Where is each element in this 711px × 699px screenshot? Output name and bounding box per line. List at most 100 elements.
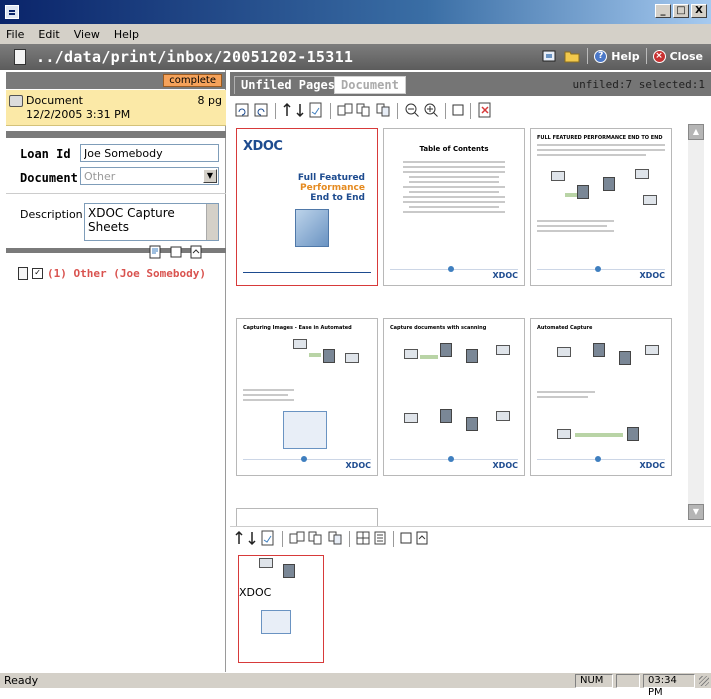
split-pages-icon[interactable] [289,530,305,549]
page-footer: XDOC [537,266,665,280]
cover-line-2: Performance [300,183,365,193]
text-line [402,186,506,188]
text-line [537,154,646,156]
footer-logo: XDOC [492,271,518,280]
merge-pages-icon[interactable] [356,102,372,121]
page-thumbnail-2[interactable]: Table of Contents XDOC [383,128,525,286]
document-tree-item[interactable]: ✓ (1) Other (Joe Somebody) [18,267,206,280]
export-icon[interactable] [415,531,429,548]
zoom-in-icon[interactable] [423,102,439,121]
description-field[interactable]: XDOC Capture Sheets [84,203,219,241]
computer-icon [496,411,510,421]
product-box-image [295,209,329,247]
page-grid-scrollbar[interactable]: ▲ ▼ [688,124,704,520]
copy-pages-icon[interactable] [327,530,343,549]
page-content: Capture documents with scanning XDOC [390,325,518,470]
close-window-button[interactable]: X [691,4,707,18]
checkbox-icon[interactable] [168,244,184,260]
minimize-button[interactable]: _ [655,4,671,18]
document-date: 12/2/2005 3:31 PM [26,108,131,121]
select-checkbox-icon[interactable] [400,532,412,547]
close-icon[interactable]: × [652,49,666,63]
page-thumbnail-5[interactable]: Capture documents with scanning XDOC [383,318,525,476]
scroll-up-icon[interactable]: ▲ [688,124,704,140]
help-icon[interactable]: ? [594,49,608,63]
menu-edit[interactable]: Edit [36,28,61,41]
arrow-icon [420,355,438,359]
description-label: Description [20,208,83,221]
text-line [537,230,614,232]
clock: 03:34 PM [643,674,695,698]
scan-icon[interactable] [541,48,559,64]
menu-bar: File Edit View Help [0,24,711,44]
rotate-left-icon[interactable] [234,102,250,121]
split-pages-icon[interactable] [337,102,353,121]
copy-pages-icon[interactable] [375,102,391,121]
computer-icon [643,195,657,205]
menu-help[interactable]: Help [112,28,141,41]
move-up-icon[interactable] [282,102,292,121]
loan-id-input[interactable] [80,144,219,162]
move-up-icon[interactable] [234,530,244,549]
resize-grip-icon[interactable] [699,676,709,686]
page-thumbnail-6[interactable]: Automated Capture XDOC [530,318,672,476]
tab-unfiled-pages[interactable]: Unfiled Pages [234,76,342,94]
text-line [537,396,589,398]
menu-file[interactable]: File [4,28,26,41]
computer-icon [404,349,418,359]
description-scrollbar[interactable] [206,204,218,240]
rotate-right-icon[interactable] [253,102,269,121]
zoom-out-icon[interactable] [404,102,420,121]
select-all-checkbox-icon[interactable] [452,104,464,119]
text-line [537,149,665,151]
export-icon[interactable] [188,244,204,260]
close-button[interactable]: Close [670,50,703,63]
page-footer: XDOC [537,456,665,470]
tab-document[interactable]: Document [334,76,406,94]
computer-icon [293,339,307,349]
page-thumbnail-7[interactable] [236,508,378,526]
document-checkbox[interactable]: ✓ [32,268,43,279]
cover-logo: XDOC [243,139,283,154]
selected-page-thumbnail[interactable]: XDOC [238,555,324,663]
menu-view[interactable]: View [72,28,102,41]
help-button[interactable]: Help [611,50,639,63]
list-view-icon[interactable] [373,531,387,548]
page-thumbnail-4[interactable]: Capturing Images - Ease in Automated XDO… [236,318,378,476]
edit-document-icon[interactable] [148,244,164,260]
scroll-down-icon[interactable]: ▼ [688,504,704,520]
description-value: XDOC Capture Sheets [88,206,175,234]
folder-icon[interactable] [563,48,581,64]
page-properties-icon[interactable] [308,102,324,121]
page-dot [448,266,454,272]
grid-view-icon[interactable] [356,531,370,548]
footer-logo: XDOC [345,461,371,470]
toolbar-separator [587,48,589,64]
document-type-select[interactable]: Other ▼ [80,167,219,185]
status-badge: complete [163,74,222,87]
page-properties-icon[interactable] [260,530,276,549]
move-down-icon[interactable] [295,102,305,121]
page-thumbnail-1[interactable]: XDOC Full Featured Performance End to En… [236,128,378,286]
server-icon [627,427,639,441]
server-icon [466,417,478,431]
page-dot [448,456,454,462]
page-dot [595,266,601,272]
toolbar-separator [393,531,394,547]
delete-page-icon[interactable] [477,102,493,121]
server-icon [283,564,295,578]
merge-pages-icon[interactable] [308,530,324,549]
arrow-icon [309,353,321,357]
workflow-diagram [253,335,361,393]
chevron-down-icon[interactable]: ▼ [203,169,217,183]
footer-logo: XDOC [639,461,665,470]
page-heading: Automated Capture [537,325,593,331]
maximize-button[interactable]: □ [673,4,689,18]
footer-logo: XDOC [239,586,272,599]
text-line [402,201,506,203]
text-line [537,144,665,146]
footer-logo: XDOC [492,461,518,470]
page-thumbnail-3[interactable]: FULL FEATURED PERFORMANCE END TO END XDO… [530,128,672,286]
move-down-icon[interactable] [247,530,257,549]
document-row[interactable]: Document 8 pg 12/2/2005 3:31 PM [6,90,226,126]
